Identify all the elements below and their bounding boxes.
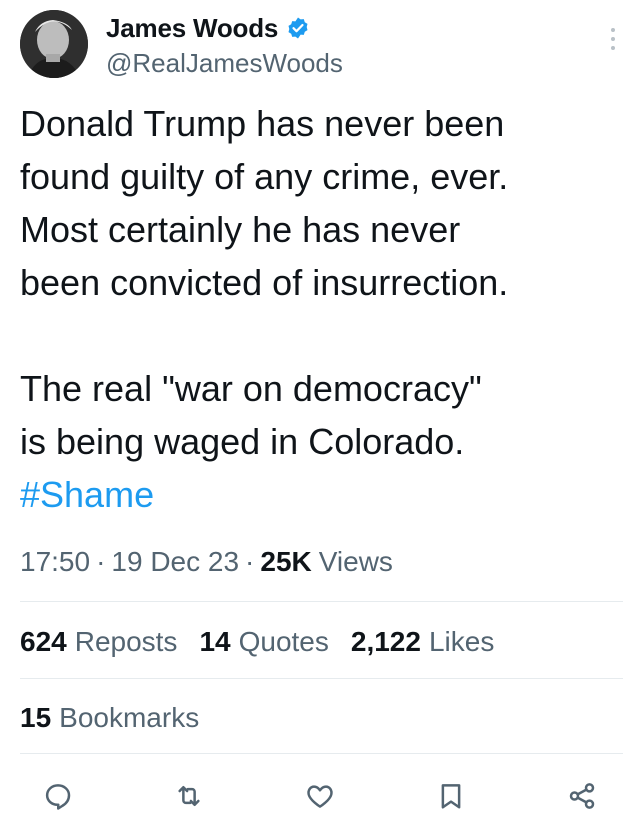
likes-label: Likes xyxy=(428,626,495,657)
tweet-line: The real "war on democracy" xyxy=(20,368,482,409)
tweet-date[interactable]: 19 Dec 23 xyxy=(111,546,239,578)
tweet-line: Donald Trump has never been xyxy=(20,103,505,144)
views-count: 25K xyxy=(260,546,312,577)
share-button[interactable] xyxy=(564,778,600,814)
tweet-line: been convicted of insurrection. xyxy=(20,262,509,303)
tweet-body: Donald Trump has never been found guilty… xyxy=(20,97,630,521)
author-block: James Woods @RealJamesWoods xyxy=(106,10,343,79)
author-handle[interactable]: @RealJamesWoods xyxy=(106,48,343,79)
tweet-header: James Woods @RealJamesWoods xyxy=(20,10,630,80)
bookmark-icon xyxy=(441,784,461,809)
reposts-label: Reposts xyxy=(74,626,178,657)
bookmarks-stat[interactable]: 15 Bookmarks xyxy=(20,698,199,738)
engagement-stats: 624 Reposts 14 Quotes 2,122 Likes xyxy=(20,622,516,662)
share-icon xyxy=(569,783,595,809)
name-row: James Woods xyxy=(106,10,343,46)
tweet-line: Most certainly he has never xyxy=(20,209,461,250)
like-icon xyxy=(307,785,333,808)
meta-separator: · xyxy=(245,546,255,577)
bookmarks-count: 15 xyxy=(20,702,52,733)
repost-button[interactable] xyxy=(171,778,207,814)
quotes-count: 14 xyxy=(199,626,231,657)
divider xyxy=(20,678,623,679)
like-button[interactable] xyxy=(302,778,338,814)
reply-icon xyxy=(45,784,71,810)
repost-icon xyxy=(178,786,200,806)
avatar[interactable] xyxy=(20,10,88,78)
bookmark-button[interactable] xyxy=(433,778,469,814)
divider xyxy=(20,753,623,754)
more-options-icon[interactable] xyxy=(610,28,616,54)
quotes-label: Quotes xyxy=(238,626,329,657)
bookmarks-label: Bookmarks xyxy=(59,702,200,733)
meta-separator: · xyxy=(96,546,106,577)
likes-count: 2,122 xyxy=(350,626,421,657)
tweet-line: found guilty of any crime, ever. xyxy=(20,156,509,197)
reposts-stat[interactable]: 624 Reposts xyxy=(20,626,177,658)
likes-stat[interactable]: 2,122 Likes xyxy=(351,626,494,658)
views-label: Views xyxy=(318,546,393,577)
tweet-line: is being waged in Colorado. xyxy=(20,421,465,462)
hashtag-link[interactable]: #Shame xyxy=(20,474,154,515)
quotes-stat[interactable]: 14 Quotes xyxy=(199,626,328,658)
verified-badge-icon xyxy=(286,16,310,40)
tweet-time[interactable]: 17:50 xyxy=(20,546,90,578)
reply-button[interactable] xyxy=(40,778,76,814)
reposts-count: 624 xyxy=(20,626,67,657)
divider xyxy=(20,601,623,602)
action-bar xyxy=(40,774,600,818)
tweet-meta: 17:50 · 19 Dec 23 · 25K Views xyxy=(20,540,393,584)
avatar-photo-icon xyxy=(20,10,88,78)
display-name[interactable]: James Woods xyxy=(106,13,278,44)
